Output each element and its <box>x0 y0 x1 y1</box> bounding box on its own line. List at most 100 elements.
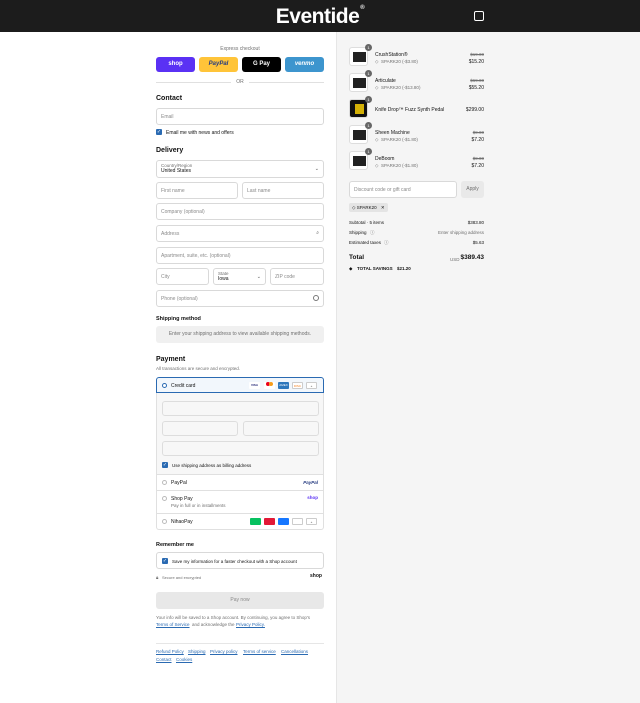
google-pay-icon <box>292 518 303 525</box>
item-name: Knife Drop™ Fuzz Synth Pedal <box>375 107 445 113</box>
item-discount: SPARK20 (-$3.80) <box>381 59 418 64</box>
tag-icon: ◇ <box>375 163 379 168</box>
save-info-label: Save my information for a faster checkou… <box>172 559 297 564</box>
shipping-notice: Enter your shipping address to view avai… <box>156 326 324 343</box>
privacy-policy-link[interactable]: Privacy Policy. <box>236 622 265 627</box>
shipping-link[interactable]: Shipping <box>188 649 206 654</box>
nihaopay-radio[interactable] <box>162 519 167 524</box>
apartment-field[interactable]: Apartment, suite, etc. (optional) <box>156 247 324 264</box>
total-savings-value: $21.20 <box>397 266 411 271</box>
item-discount: SPARK20 (-$13.80) <box>381 85 421 90</box>
contact-heading: Contact <box>156 95 183 102</box>
save-info-box[interactable]: ✓ Save my information for a faster check… <box>156 552 324 569</box>
shop-pay-label: Shop Pay <box>171 496 193 502</box>
country-value: United States <box>161 168 192 174</box>
brand-logo[interactable]: Eventide® <box>0 5 640 29</box>
phone-field[interactable]: Phone (optional) <box>156 290 324 307</box>
or-label: OR <box>236 79 244 85</box>
refund-policy-link[interactable]: Refund Policy <box>156 649 184 654</box>
security-code-field[interactable] <box>243 421 319 436</box>
credit-card-option[interactable]: Credit card VISA AMEX DISC + <box>156 377 324 393</box>
remember-me-heading: Remember me <box>156 542 194 548</box>
last-name-field[interactable]: Last name <box>242 182 324 199</box>
cancellations-link[interactable]: Cancellations <box>281 649 308 654</box>
tag-icon: ◇ <box>375 85 379 90</box>
more-cards-icon: + <box>306 382 317 389</box>
card-number-field[interactable] <box>162 401 319 416</box>
venmo-button[interactable]: venmo <box>285 57 324 72</box>
shipping-method-heading: Shipping method <box>156 316 201 322</box>
quantity-badge: 1 <box>365 70 372 77</box>
legal-text-line1: Your info will be saved to a Shop accoun… <box>156 615 311 620</box>
state-select[interactable]: State Iowa ⌄ <box>213 268 266 285</box>
help-icon[interactable]: ⓘ <box>370 230 375 236</box>
discount-code-field[interactable]: Discount code or gift card <box>349 181 457 198</box>
close-icon[interactable]: ✕ <box>381 205 385 210</box>
billing-same-label: Use shipping address as billing address <box>172 463 252 468</box>
checkout-form: Express checkout shop PayPal G Pay venmo… <box>0 32 337 703</box>
paypal-option[interactable]: PayPal PayPal <box>156 475 324 491</box>
unionpay-icon <box>264 518 275 525</box>
item-name: Articulate <box>375 78 396 84</box>
cookies-link[interactable]: Cookies <box>176 657 192 662</box>
header-bar: Eventide® <box>0 0 640 32</box>
more-methods-icon: + <box>306 518 317 525</box>
shop-logo-icon: shop <box>307 495 318 500</box>
credit-card-radio[interactable] <box>162 383 167 388</box>
credit-card-label: Credit card <box>171 383 196 389</box>
amex-icon: AMEX <box>278 382 289 389</box>
quantity-badge: 1 <box>365 122 372 129</box>
email-field[interactable]: Email <box>156 108 324 125</box>
city-field[interactable]: City <box>156 268 209 285</box>
discover-icon: DISC <box>292 382 303 389</box>
name-on-card-field[interactable] <box>162 441 319 456</box>
shop-wordmark: shop <box>310 573 322 579</box>
visa-icon: VISA <box>249 382 260 389</box>
item-price: $7.20 <box>471 137 484 143</box>
item-original-price: $69.00 <box>470 78 484 83</box>
item-discount: SPARK20 (-$1.80) <box>381 137 418 142</box>
shop-pay-button[interactable]: shop <box>156 57 195 72</box>
terms-of-service-footer-link[interactable]: Terms of service <box>243 649 276 654</box>
privacy-policy-footer-link[interactable]: Privacy policy <box>210 649 238 654</box>
paypal-radio[interactable] <box>162 480 167 485</box>
paypal-label: PayPal <box>171 480 187 486</box>
taxes-label: Estimated taxes <box>349 240 382 245</box>
bag-icon[interactable] <box>474 11 484 21</box>
state-value: Iowa <box>218 276 229 282</box>
country-select[interactable]: Country/Region United States ⌄ <box>156 160 324 178</box>
chevron-down-icon: ⌄ <box>314 166 319 172</box>
tag-icon: ◆ <box>349 266 353 271</box>
contact-link[interactable]: Contact <box>156 657 172 662</box>
first-name-field[interactable]: First name <box>156 182 238 199</box>
address-field[interactable]: Address ⌕ <box>156 225 324 242</box>
nihaopay-option[interactable]: NihaoPay + <box>156 514 324 530</box>
apply-button[interactable]: Apply <box>461 181 484 198</box>
order-summary: 1 CrushStation® ◇ SPARK20 (-$3.80) $19.0… <box>338 32 640 703</box>
subtotal-value: $383.80 <box>467 220 484 225</box>
shop-pay-option[interactable]: Shop Pay Pay in full or in installments … <box>156 491 324 514</box>
applied-code-tag: ◇ SPARK20 ✕ <box>349 203 388 212</box>
subtotal-label: Subtotal · 5 items <box>349 220 385 225</box>
help-icon[interactable]: ⓘ <box>384 240 389 246</box>
total-savings-label: TOTAL SAVINGS <box>357 266 393 271</box>
help-icon[interactable] <box>313 295 319 301</box>
terms-of-service-link[interactable]: Terms of Service <box>156 622 190 627</box>
divider <box>249 82 324 83</box>
alipay-icon <box>278 518 289 525</box>
zip-field[interactable]: ZIP code <box>270 268 324 285</box>
shop-pay-radio[interactable] <box>162 496 167 501</box>
item-name: DeBoom <box>375 156 395 162</box>
email-news-checkbox[interactable]: ✓ <box>156 129 162 135</box>
company-field[interactable]: Company (optional) <box>156 203 324 220</box>
save-info-checkbox[interactable]: ✓ <box>162 558 168 564</box>
expiry-field[interactable] <box>162 421 238 436</box>
item-discount: SPARK20 (-$1.80) <box>381 163 418 168</box>
paypal-button[interactable]: PayPal <box>199 57 238 72</box>
express-checkout-title: Express checkout <box>220 46 260 52</box>
google-pay-button[interactable]: G Pay <box>242 57 281 72</box>
pay-now-button[interactable]: Pay now <box>156 592 324 609</box>
billing-same-checkbox[interactable]: ✓ <box>162 462 168 468</box>
tag-icon: ◇ <box>375 59 379 64</box>
item-original-price: $19.00 <box>470 52 484 57</box>
